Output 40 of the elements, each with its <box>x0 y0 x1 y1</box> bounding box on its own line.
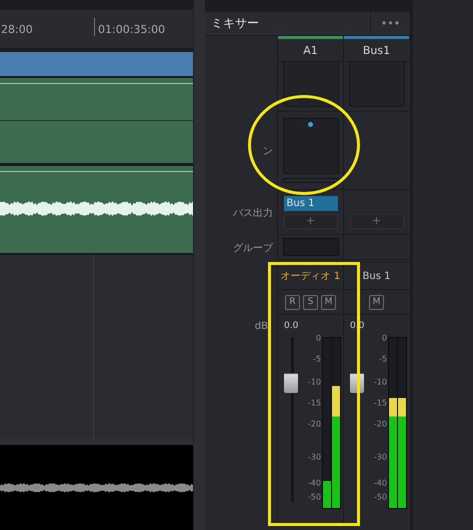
timecode: 01:00:35:00 <box>97 22 166 36</box>
scale-label: -50 <box>374 492 387 502</box>
row-label: バス出力 <box>233 206 273 220</box>
audio-clip[interactable] <box>0 78 193 166</box>
group-field[interactable] <box>282 238 338 256</box>
scale-label: -30 <box>374 452 387 462</box>
channel-label: Bus1 <box>362 42 390 58</box>
track-name[interactable]: Bus 1 <box>362 270 390 282</box>
scale-label: -50 <box>308 492 321 502</box>
bus-output-field[interactable]: Bus 1 <box>284 196 338 210</box>
track-toggle-button[interactable]: R <box>285 294 300 310</box>
video-clip[interactable] <box>0 52 193 78</box>
fader-reading: 0.0 <box>283 320 300 333</box>
scale-label: -40 <box>308 478 321 488</box>
eq-graph[interactable] <box>282 62 338 107</box>
track-toggle-button[interactable]: S <box>303 294 318 310</box>
scale-label: -5 <box>379 354 387 364</box>
fader-handle[interactable] <box>284 373 298 394</box>
row-label: ン <box>263 145 273 158</box>
scale-label: -20 <box>374 419 387 428</box>
scale-label: -5 <box>313 354 321 364</box>
row-label: グループ <box>233 242 273 254</box>
scale-label: -10 <box>308 377 321 386</box>
scale-label: -15 <box>374 398 387 408</box>
panel-title: ミキサー <box>210 15 260 32</box>
channel-label: A1 <box>303 42 318 58</box>
add-button[interactable]: + <box>284 214 338 228</box>
scale-label: -10 <box>374 377 387 386</box>
track-toggle-button[interactable]: M <box>321 294 336 310</box>
add-button[interactable]: + <box>350 214 404 228</box>
scale-label: -15 <box>308 398 321 408</box>
scale-label: 0 <box>382 333 387 342</box>
scale-label: -20 <box>308 419 321 428</box>
scale-label: -30 <box>308 452 321 462</box>
unit-label: dB <box>254 321 268 332</box>
track-toggle-button[interactable]: M <box>369 294 384 310</box>
scale-label: -40 <box>374 478 387 488</box>
timecode: 28:00 <box>0 22 34 36</box>
scale-label: 0 <box>316 333 321 342</box>
audio-clip[interactable] <box>0 166 193 255</box>
